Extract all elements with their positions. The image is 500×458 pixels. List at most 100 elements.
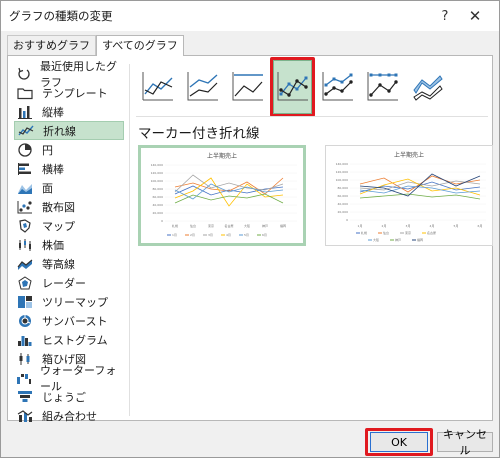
title-bar: グラフの種類の変更 ? ✕ [1, 1, 499, 31]
y-tick: 20,000 [153, 211, 164, 215]
treemap-icon [16, 294, 34, 310]
legend-label: 6月 [262, 233, 267, 237]
ok-button[interactable]: OK [370, 432, 428, 452]
sidebar-item-line[interactable]: 折れ線 [14, 121, 124, 140]
preview-title: 上半期売上 [207, 152, 237, 160]
panel-divider [129, 64, 130, 416]
subtype-title: マーカー付き折れ線 [138, 126, 260, 142]
y-tick: 140,000 [336, 162, 348, 166]
sidebar-item-combo[interactable]: 組み合わせ [14, 406, 124, 425]
help-button[interactable]: ? [433, 4, 457, 28]
sidebar-item-label: ヒストグラム [42, 333, 108, 347]
sidebar-item-label: 折れ線 [43, 124, 76, 138]
area-chart-icon [16, 180, 34, 196]
preview-chart-svg: 上半期売上 140,000 120,000 100,000 80,000 60,… [151, 152, 297, 237]
sidebar-item-column[interactable]: 縦棒 [14, 102, 124, 121]
x-label: 福岡 [280, 223, 286, 228]
sidebar-item-label: 散布図 [42, 200, 75, 214]
sidebar-item-sunburst[interactable]: サンバースト [14, 311, 124, 330]
sidebar-item-waterfall[interactable]: ウォーターフォール [14, 364, 124, 393]
y-tick: 120,000 [151, 171, 163, 175]
x-label: 1月 [358, 224, 363, 228]
x-label: 札幌 [172, 223, 178, 228]
y-tick: 80,000 [338, 186, 349, 190]
sidebar-item-radar[interactable]: レーダー [14, 273, 124, 292]
map-chart-icon [16, 218, 34, 234]
box-whisker-icon [16, 351, 34, 367]
chart-preview-2[interactable]: 上半期売上 140,000 120,000 100,000 80,000 60,… [325, 145, 493, 246]
y-tick: 20,000 [338, 210, 349, 214]
surface-chart-icon [16, 256, 34, 272]
sidebar-item-label: 株価 [42, 238, 64, 252]
waterfall-icon [16, 370, 32, 386]
x-label: 大阪 [244, 223, 250, 228]
stock-chart-icon [16, 237, 34, 253]
sidebar-item-funnel[interactable]: じょうご [14, 387, 124, 406]
chart-category-list: 最近使用したグラフ テンプレート 縦棒 折れ線 円 横棒 面 散布図 マップ 株… [14, 60, 124, 423]
sidebar-item-treemap[interactable]: ツリーマップ [14, 292, 124, 311]
gallery-divider [136, 116, 488, 117]
legend-label: 4月 [226, 233, 231, 237]
sidebar-item-histogram[interactable]: ヒストグラム [14, 330, 124, 349]
cancel-button[interactable]: キャンセル [437, 428, 493, 457]
tab-all-charts[interactable]: すべてのグラフ [96, 35, 184, 56]
legend-label: 福岡 [417, 237, 423, 242]
y-tick: 140,000 [151, 163, 163, 167]
line-subtype-icon[interactable] [138, 60, 177, 114]
tab-recommended-charts[interactable]: おすすめグラフ [7, 35, 96, 55]
3d-line-subtype-icon[interactable] [408, 60, 447, 114]
100-stacked-line-subtype-icon[interactable] [228, 60, 267, 114]
preview-title: 上半期売上 [394, 151, 424, 159]
line-chart-icon [17, 123, 35, 139]
dialog-title: グラフの種類の変更 [9, 9, 113, 23]
legend-label: 3月 [208, 233, 213, 237]
legend-label: 仙台 [383, 230, 389, 235]
change-chart-type-dialog: グラフの種類の変更 ? ✕ おすすめグラフ すべてのグラフ 最近使用したグラフ … [0, 0, 500, 458]
y-tick: 40,000 [153, 203, 164, 207]
y-tick: 100,000 [336, 178, 348, 182]
sidebar-item-map[interactable]: マップ [14, 216, 124, 235]
legend-label: 1月 [172, 233, 177, 237]
combo-chart-icon [16, 408, 34, 424]
x-label: 5月 [454, 224, 459, 228]
y-tick: 60,000 [338, 194, 349, 198]
y-tick: 0 [161, 219, 163, 223]
sidebar-item-surface[interactable]: 等高線 [14, 254, 124, 273]
y-tick: 120,000 [336, 170, 348, 174]
preview-x-labels: 1月 2月 3月 4月 5月 6月 [358, 224, 483, 228]
stacked-line-markers-subtype-icon[interactable] [318, 60, 357, 114]
sidebar-item-stock[interactable]: 株価 [14, 235, 124, 254]
scatter-chart-icon [16, 199, 34, 215]
legend-label: 2月 [190, 233, 195, 237]
sidebar-item-area[interactable]: 面 [14, 178, 124, 197]
preview-legend: 札幌 仙台 東京 名古屋 大阪 神戸 福岡 [356, 230, 436, 242]
chart-preview-1[interactable]: 上半期売上 140,000 120,000 100,000 80,000 60,… [138, 145, 306, 246]
x-label: 3月 [406, 224, 411, 228]
stacked-line-subtype-icon[interactable] [183, 60, 222, 114]
sidebar-item-templates[interactable]: テンプレート [14, 83, 124, 102]
line-with-markers-subtype-icon[interactable] [270, 57, 315, 117]
sidebar-item-label: テンプレート [42, 86, 108, 100]
funnel-icon [16, 389, 34, 405]
pie-chart-icon [16, 142, 34, 158]
preview-y-ticks: 140,000 120,000 100,000 80,000 60,000 40… [151, 163, 163, 223]
100-stacked-line-markers-subtype-icon[interactable] [363, 60, 402, 114]
close-button[interactable]: ✕ [463, 4, 487, 28]
y-tick: 60,000 [153, 195, 164, 199]
sidebar-item-pie[interactable]: 円 [14, 140, 124, 159]
sidebar-item-label: ツリーマップ [42, 295, 108, 309]
sidebar-item-label: 組み合わせ [42, 409, 97, 423]
x-label: 神戸 [262, 223, 268, 228]
x-label: 6月 [478, 224, 483, 228]
sidebar-item-scatter[interactable]: 散布図 [14, 197, 124, 216]
tab-strip: おすすめグラフ すべてのグラフ [7, 35, 184, 56]
y-tick: 0 [346, 218, 348, 222]
sidebar-item-recent[interactable]: 最近使用したグラフ [14, 60, 124, 89]
sidebar-item-label: 縦棒 [42, 105, 64, 119]
y-tick: 100,000 [151, 179, 163, 183]
legend-label: 東京 [405, 230, 411, 235]
sidebar-item-bar[interactable]: 横棒 [14, 159, 124, 178]
y-tick: 80,000 [153, 187, 164, 191]
legend-label: 神戸 [395, 237, 401, 242]
legend-label: 札幌 [361, 230, 367, 235]
